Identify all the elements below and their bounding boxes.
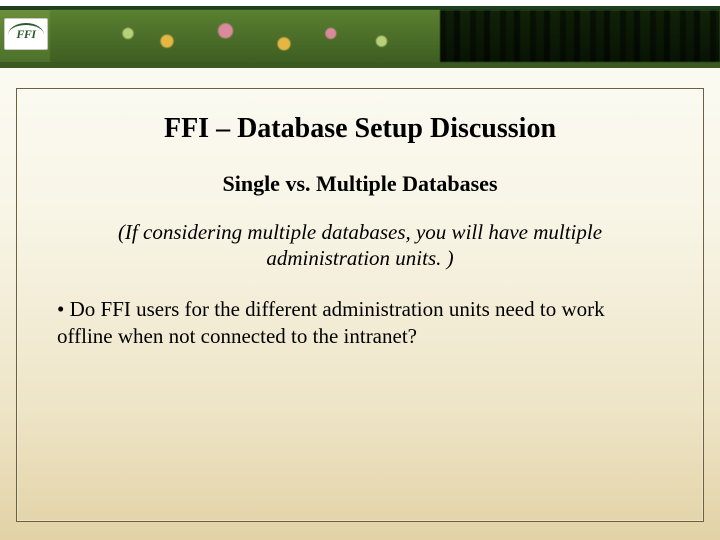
- slide-title: FFI – Database Setup Discussion: [53, 113, 667, 145]
- slide: FFI FFI – Database Setup Discussion Sing…: [0, 0, 720, 540]
- bullet-item: • Do FFI users for the different adminis…: [57, 296, 663, 351]
- slide-subtitle: Single vs. Multiple Databases: [53, 171, 667, 197]
- logo-swoosh-icon: [8, 23, 44, 35]
- content-frame: FFI – Database Setup Discussion Single v…: [16, 88, 704, 522]
- ffi-logo: FFI: [4, 18, 48, 50]
- banner-image: FFI: [0, 0, 720, 68]
- banner-flora: [50, 10, 440, 62]
- slide-note: (If considering multiple databases, you …: [93, 219, 627, 272]
- banner-trees: [440, 10, 720, 62]
